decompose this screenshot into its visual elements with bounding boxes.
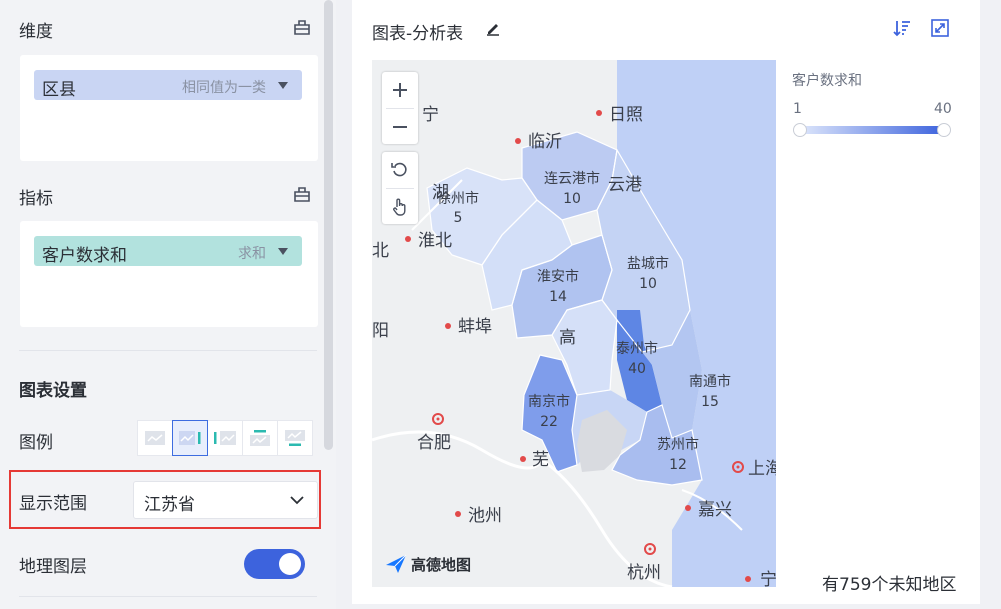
region-name: 盐城市	[627, 255, 669, 272]
city-label: 池州	[468, 506, 502, 526]
zoom-out-button[interactable]	[382, 109, 418, 145]
chart-settings-title: 图表设置	[19, 381, 87, 401]
plus-icon	[393, 83, 407, 97]
toggle-knob	[279, 553, 301, 575]
region-value: 10	[563, 191, 581, 207]
region-value: 12	[669, 457, 687, 473]
clear-dimension-icon[interactable]	[292, 17, 312, 37]
legend-right-option[interactable]	[172, 420, 208, 456]
amap-logo: 高德地图	[384, 553, 471, 575]
unknown-regions-note: 有759个未知地区	[822, 575, 957, 595]
region-name: 徐州市	[437, 190, 479, 207]
display-range-value: 江苏省	[144, 495, 195, 515]
city-label: 日照	[609, 105, 643, 125]
region-value: 14	[549, 289, 567, 305]
chart-card: 图表-分析表 临沂 日照 淮北 蚌埠 合肥 池州 嘉兴 杭州 上海 宁 云港 高…	[352, 0, 980, 604]
legend-min-handle[interactable]	[793, 123, 807, 137]
display-range-label: 显示范围	[19, 494, 87, 514]
measure-field-name: 客户数求和	[42, 246, 127, 266]
measure-drop-zone[interactable]: 客户数求和 求和	[20, 221, 318, 327]
map-area[interactable]: 临沂 日照 淮北 蚌埠 合肥 池州 嘉兴 杭州 上海 宁 云港 高 芜 宁 湖 …	[372, 60, 776, 587]
clear-measure-icon[interactable]	[292, 184, 312, 204]
chevron-down-icon	[290, 496, 304, 505]
city-label: 嘉兴	[698, 500, 732, 520]
fullscreen-icon[interactable]	[930, 18, 950, 38]
display-range-select[interactable]: 江苏省	[133, 481, 318, 519]
legend-none-icon	[145, 431, 165, 445]
reset-map-button[interactable]	[382, 152, 418, 188]
legend-label: 图例	[19, 433, 53, 453]
legend-top-icon	[250, 430, 270, 446]
dimension-drop-zone[interactable]: 区县 相同值为一类	[20, 55, 318, 161]
region-value: 22	[540, 414, 558, 430]
sort-icon[interactable]	[892, 18, 912, 38]
measure-field-pill[interactable]: 客户数求和 求和	[34, 236, 302, 266]
dimension-section-title: 维度	[19, 22, 53, 42]
reset-icon	[391, 162, 407, 177]
edit-title-icon[interactable]	[484, 19, 502, 37]
amap-logo-icon	[386, 554, 407, 573]
legend-bottom-option[interactable]	[277, 420, 313, 456]
divider	[19, 596, 317, 597]
left-panel-scrollbar[interactable]	[324, 0, 333, 450]
region-value: 10	[639, 276, 657, 292]
legend-min-value: 1	[793, 101, 802, 117]
dimension-field-hint: 相同值为一类	[182, 80, 266, 96]
hand-pointer-icon	[393, 198, 406, 216]
amap-logo-text: 高德地图	[411, 555, 472, 574]
legend-max-handle[interactable]	[937, 123, 951, 137]
city-label: 杭州	[627, 563, 661, 583]
region-value: 15	[701, 394, 719, 410]
dimension-dropdown-icon[interactable]	[278, 82, 288, 89]
city-label: 蚌埠	[458, 317, 492, 337]
zoom-in-button[interactable]	[382, 72, 418, 108]
city-label-cut: 宁	[422, 105, 439, 125]
city-label-cut: 阳	[372, 321, 389, 341]
region-name: 泰州市	[616, 340, 658, 357]
legend-top-option[interactable]	[242, 420, 278, 456]
region-name: 苏州市	[657, 436, 699, 453]
legend-color-bar	[800, 126, 944, 134]
region-name: 南京市	[528, 393, 570, 410]
city-label: 临沂	[528, 132, 562, 152]
city-label-cut: 宁	[760, 570, 776, 587]
legend-right-icon	[179, 431, 201, 445]
city-label-cut: 高	[559, 328, 576, 348]
measure-field-hint: 求和	[238, 246, 266, 262]
city-label-cut: 芜	[532, 450, 549, 470]
geo-layer-toggle[interactable]	[244, 549, 305, 579]
dimension-field-name: 区县	[42, 80, 76, 100]
legend-position-options	[137, 420, 313, 456]
legend-left-icon	[214, 431, 236, 445]
map-tool-control	[382, 152, 418, 224]
measure-section-title: 指标	[19, 189, 53, 209]
dimension-field-pill[interactable]: 区县 相同值为一类	[34, 70, 302, 100]
region-name: 南通市	[689, 373, 731, 390]
region-value: 40	[628, 361, 646, 377]
chart-title: 图表-分析表	[372, 24, 464, 44]
legend-left-option[interactable]	[207, 420, 243, 456]
city-label: 合肥	[417, 433, 451, 453]
minus-icon	[393, 126, 407, 128]
geo-layer-label: 地理图层	[19, 557, 87, 577]
legend-title: 客户数求和	[792, 73, 862, 89]
map-zoom-control	[382, 72, 418, 144]
divider	[19, 350, 317, 351]
city-label-cut: 北	[372, 241, 389, 261]
pan-mode-button[interactable]	[382, 189, 418, 225]
region-value: 5	[454, 210, 463, 226]
legend-none-option[interactable]	[137, 420, 173, 456]
left-settings-panel: 维度 区县 相同值为一类 指标 客户数求和 求和 图表设置 图例 显示范围 江苏…	[0, 0, 336, 609]
city-label: 淮北	[418, 231, 452, 251]
legend-max-value: 40	[934, 101, 952, 117]
measure-dropdown-icon[interactable]	[278, 248, 288, 255]
settings-scroll-area: 维度 区县 相同值为一类 指标 客户数求和 求和 图表设置 图例 显示范围 江苏…	[0, 0, 322, 609]
jiangsu-map-graphic: 临沂 日照 淮北 蚌埠 合肥 池州 嘉兴 杭州 上海 宁 云港 高 芜 宁 湖 …	[372, 60, 776, 587]
city-label: 上海	[748, 459, 776, 479]
legend-bottom-icon	[285, 430, 305, 446]
city-label-cut: 云港	[608, 175, 642, 195]
region-name: 连云港市	[544, 170, 600, 187]
region-name: 淮安市	[537, 268, 579, 285]
